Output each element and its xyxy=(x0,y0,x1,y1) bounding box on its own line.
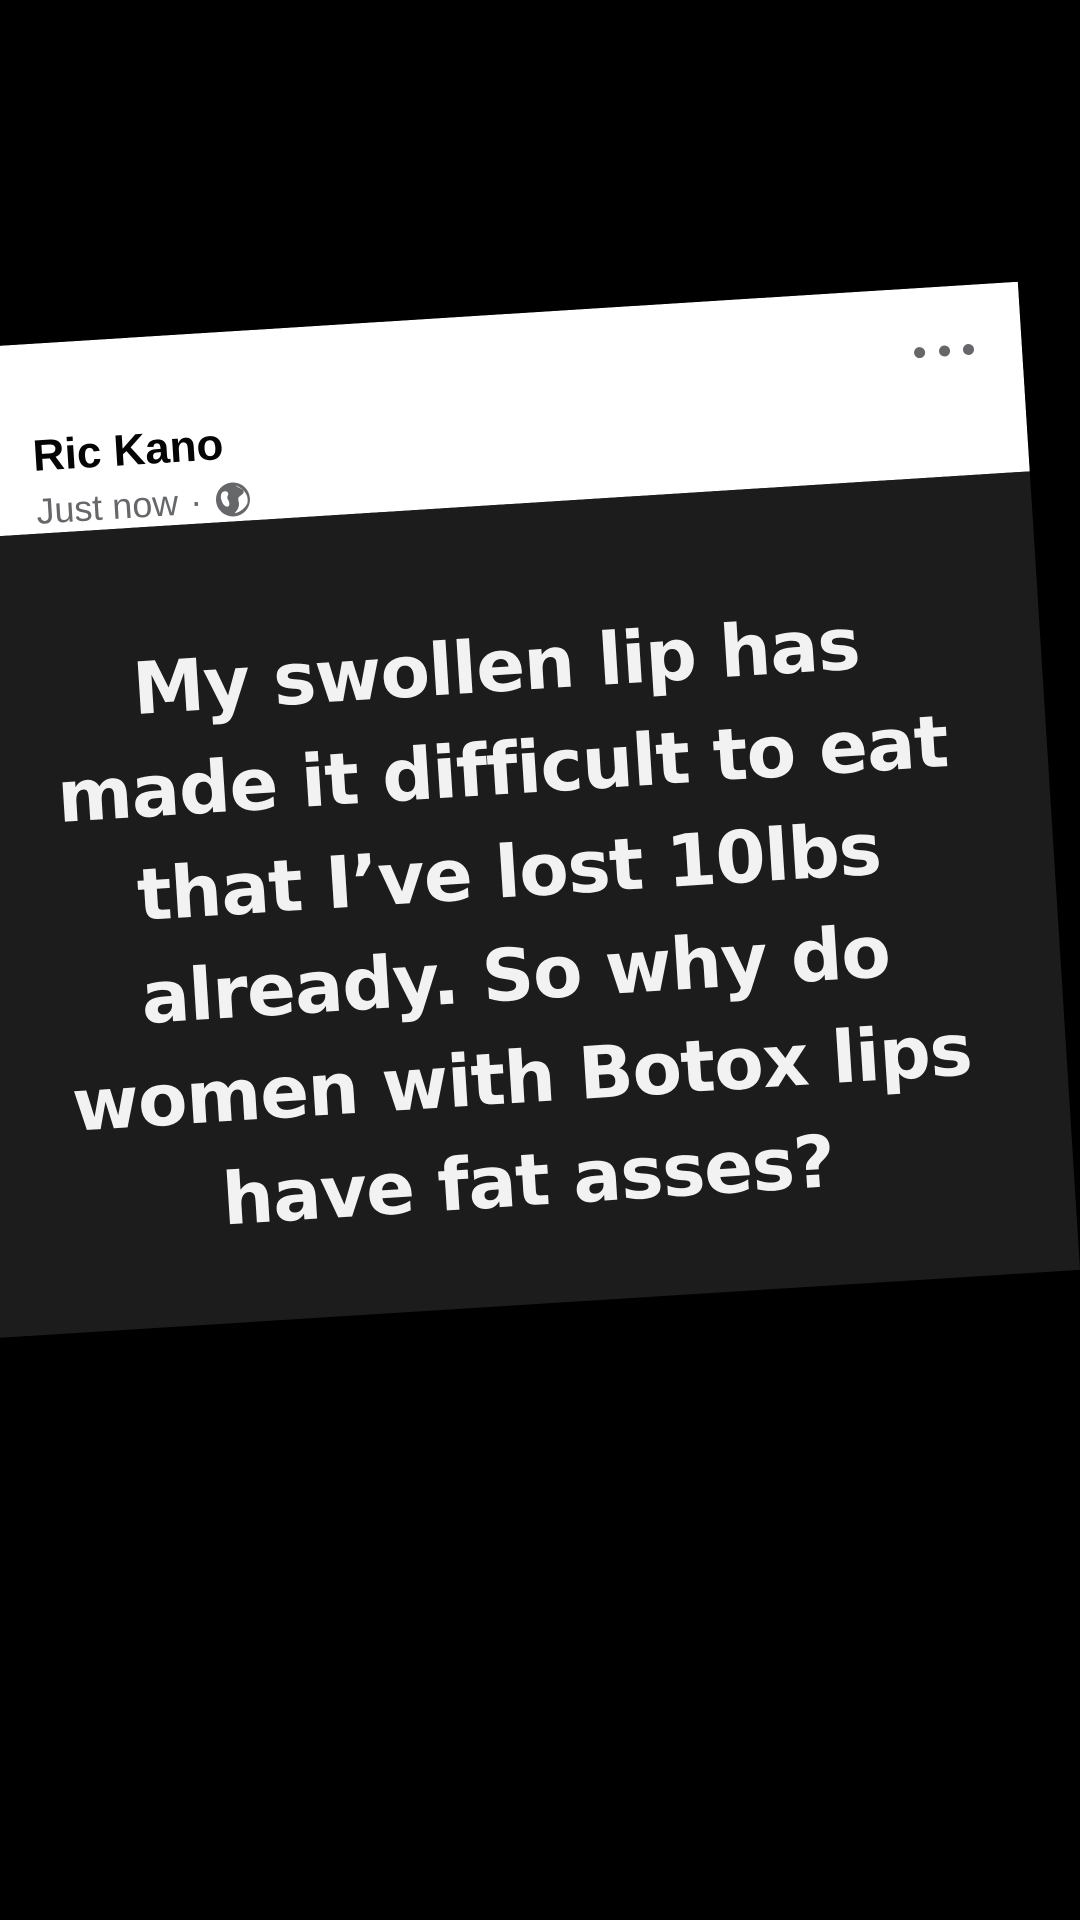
more-options-icon[interactable] xyxy=(913,339,975,363)
more-dot xyxy=(962,343,975,355)
post-card: Ric Kano Just now · My swollen lip has m… xyxy=(0,281,1080,1339)
author-name[interactable]: Ric Kano xyxy=(31,420,224,482)
post-body: My swollen lip has made it difficult to … xyxy=(0,471,1080,1339)
screen: Ric Kano Just now · My swollen lip has m… xyxy=(0,0,1080,1920)
meta-separator: · xyxy=(188,480,204,523)
more-dot xyxy=(938,344,950,357)
post-text: My swollen lip has made it difficult to … xyxy=(4,585,1021,1263)
more-dot xyxy=(913,346,926,358)
globe-icon[interactable] xyxy=(213,479,253,519)
post-timestamp[interactable]: Just now xyxy=(35,482,179,533)
